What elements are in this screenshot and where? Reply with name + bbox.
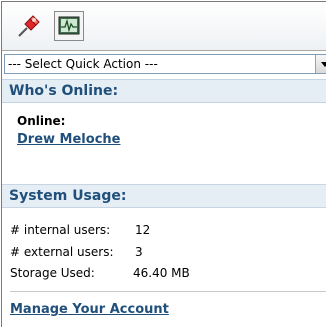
online-label: Online: — [17, 114, 66, 128]
toolbar — [2, 2, 326, 51]
system-usage-heading: System Usage: — [2, 184, 326, 208]
pushpin-icon[interactable] — [16, 13, 40, 37]
storage-used-row: Storage Used: 46.40 MB — [10, 266, 190, 280]
internal-users-label: # internal users: — [10, 223, 111, 237]
storage-used-label: Storage Used: — [10, 266, 95, 280]
system-monitor-icon[interactable] — [54, 11, 84, 41]
external-users-value: 3 — [135, 245, 143, 259]
online-user-link[interactable]: Drew Meloche — [17, 132, 120, 147]
internal-users-row: # internal users: 12 — [10, 223, 150, 237]
dashboard-panel: --- Select Quick Action --- Who's Online… — [1, 1, 326, 327]
quick-action-select[interactable]: --- Select Quick Action --- — [4, 54, 326, 74]
quick-action-selected: --- Select Quick Action --- — [8, 57, 158, 71]
whos-online-heading: Who's Online: — [2, 79, 326, 103]
external-users-label: # external users: — [10, 245, 114, 259]
external-users-row: # external users: 3 — [10, 245, 143, 259]
internal-users-value: 12 — [135, 223, 151, 237]
chevron-down-icon[interactable] — [315, 55, 326, 73]
manage-account-link[interactable]: Manage Your Account — [10, 302, 169, 317]
storage-used-value: 46.40 MB — [133, 266, 190, 280]
divider — [10, 291, 326, 292]
